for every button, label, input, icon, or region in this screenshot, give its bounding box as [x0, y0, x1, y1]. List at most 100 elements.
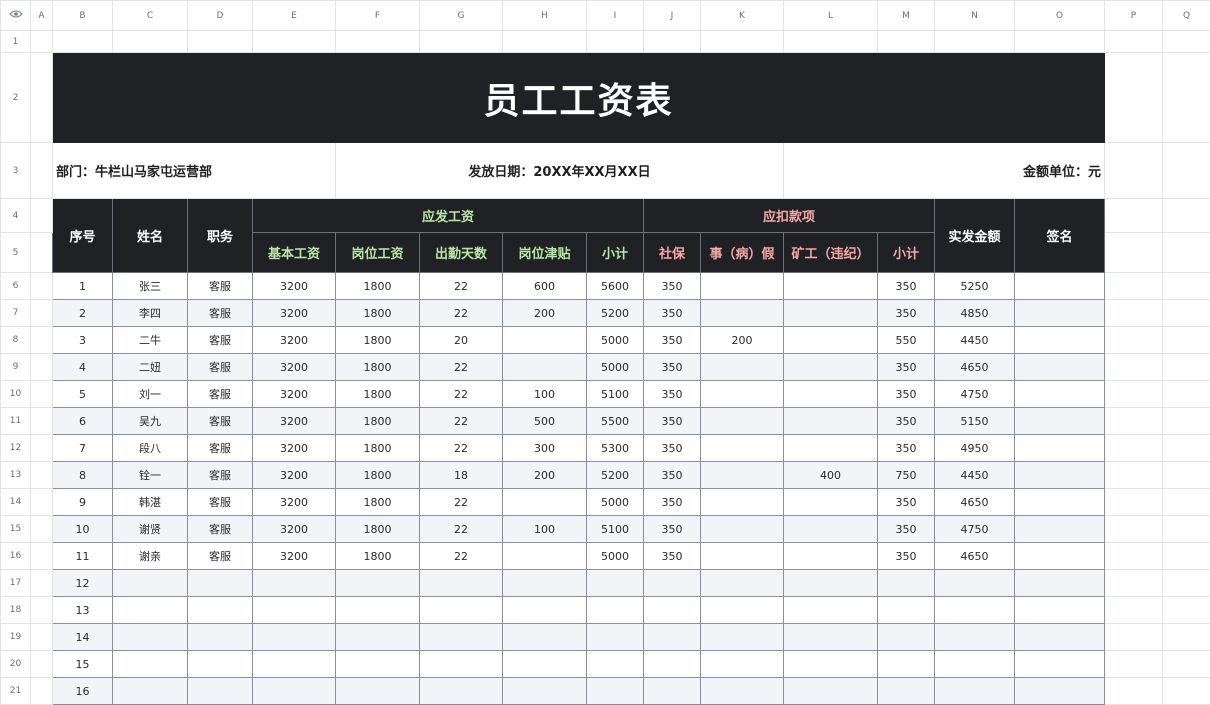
- cell-attendance-days[interactable]: [420, 651, 503, 678]
- cell[interactable]: [1105, 435, 1163, 462]
- cell-leave[interactable]: [701, 516, 784, 543]
- column-header[interactable]: B: [53, 1, 113, 31]
- cell-post-allowance[interactable]: [503, 489, 587, 516]
- cell-basic-salary[interactable]: 3200: [253, 327, 336, 354]
- cell-leave[interactable]: [701, 489, 784, 516]
- cell-social-insurance[interactable]: 350: [644, 408, 701, 435]
- cell-net-amount[interactable]: 4450: [935, 462, 1015, 489]
- row-header[interactable]: 21: [1, 678, 31, 705]
- cell-social-insurance[interactable]: [644, 651, 701, 678]
- cell-index[interactable]: 4: [53, 354, 113, 381]
- cell-index[interactable]: 9: [53, 489, 113, 516]
- row-header[interactable]: 3: [1, 143, 31, 199]
- cell[interactable]: [253, 31, 336, 53]
- column-header[interactable]: O: [1015, 1, 1105, 31]
- cell-role[interactable]: 客服: [188, 327, 253, 354]
- cell-basic-salary[interactable]: [253, 570, 336, 597]
- column-header[interactable]: N: [935, 1, 1015, 31]
- cell-deduction-subtotal[interactable]: [878, 597, 935, 624]
- cell-name[interactable]: 谢亲: [113, 543, 188, 570]
- amount-unit-label[interactable]: 金额单位：元: [784, 143, 1105, 199]
- cell-signature[interactable]: [1015, 678, 1105, 705]
- cell-post-allowance[interactable]: [503, 354, 587, 381]
- cell-deduction-subtotal[interactable]: 350: [878, 300, 935, 327]
- cell-index[interactable]: 7: [53, 435, 113, 462]
- cell-index[interactable]: 15: [53, 651, 113, 678]
- cell-name[interactable]: 二妞: [113, 354, 188, 381]
- row-header[interactable]: 7: [1, 300, 31, 327]
- cell[interactable]: [1163, 273, 1210, 300]
- cell[interactable]: [1163, 143, 1210, 199]
- cell-basic-salary[interactable]: 3200: [253, 273, 336, 300]
- cell-role[interactable]: 客服: [188, 300, 253, 327]
- cell[interactable]: [31, 327, 53, 354]
- cell[interactable]: [31, 678, 53, 705]
- cell-post-salary[interactable]: 1800: [336, 327, 420, 354]
- cell-post-salary[interactable]: 1800: [336, 300, 420, 327]
- cell-deduction-subtotal[interactable]: 350: [878, 381, 935, 408]
- cell-basic-salary[interactable]: 3200: [253, 381, 336, 408]
- cell-net-amount[interactable]: [935, 624, 1015, 651]
- cell-role[interactable]: 客服: [188, 516, 253, 543]
- header-basic-salary[interactable]: 基本工资: [253, 233, 336, 273]
- cell-role[interactable]: 客服: [188, 462, 253, 489]
- cell-index[interactable]: 13: [53, 597, 113, 624]
- cell-social-insurance[interactable]: 350: [644, 543, 701, 570]
- cell[interactable]: [1163, 462, 1210, 489]
- cell[interactable]: [1163, 489, 1210, 516]
- cell-name[interactable]: 段八: [113, 435, 188, 462]
- cell-net-amount[interactable]: 4650: [935, 354, 1015, 381]
- cell-absence[interactable]: [784, 570, 878, 597]
- cell-name[interactable]: 刘一: [113, 381, 188, 408]
- cell[interactable]: [1105, 462, 1163, 489]
- cell-role[interactable]: 客服: [188, 489, 253, 516]
- row-header[interactable]: 10: [1, 381, 31, 408]
- cell-post-salary[interactable]: 1800: [336, 543, 420, 570]
- cell-absence[interactable]: [784, 543, 878, 570]
- cell[interactable]: [1105, 597, 1163, 624]
- cell-basic-salary[interactable]: 3200: [253, 543, 336, 570]
- header-attendance-days[interactable]: 出勤天数: [420, 233, 503, 273]
- cell[interactable]: [31, 543, 53, 570]
- cell-post-allowance[interactable]: [503, 570, 587, 597]
- cell-absence[interactable]: [784, 435, 878, 462]
- cell-signature[interactable]: [1015, 462, 1105, 489]
- header-deduction-group[interactable]: 应扣款项: [644, 199, 935, 233]
- cell-name[interactable]: [113, 570, 188, 597]
- cell-social-insurance[interactable]: 350: [644, 489, 701, 516]
- cell-role[interactable]: [188, 624, 253, 651]
- cell-post-allowance[interactable]: 100: [503, 516, 587, 543]
- cell-absence[interactable]: [784, 408, 878, 435]
- cell-absence[interactable]: [784, 597, 878, 624]
- cell-deduction-subtotal[interactable]: [878, 678, 935, 705]
- cell[interactable]: [31, 53, 53, 143]
- cell-social-insurance[interactable]: [644, 624, 701, 651]
- cell[interactable]: [1163, 408, 1210, 435]
- cell[interactable]: [31, 516, 53, 543]
- cell-social-insurance[interactable]: [644, 678, 701, 705]
- column-header[interactable]: J: [644, 1, 701, 31]
- cell-name[interactable]: 谢贤: [113, 516, 188, 543]
- cell-leave[interactable]: 200: [701, 327, 784, 354]
- cell-attendance-days[interactable]: [420, 597, 503, 624]
- sheet-title[interactable]: 员工工资表: [53, 53, 1105, 143]
- cell-post-allowance[interactable]: 200: [503, 300, 587, 327]
- cell-attendance-days[interactable]: 22: [420, 381, 503, 408]
- column-header[interactable]: I: [587, 1, 644, 31]
- cell-name[interactable]: 韩湛: [113, 489, 188, 516]
- cell[interactable]: [31, 31, 53, 53]
- cell[interactable]: [1163, 199, 1210, 233]
- cell[interactable]: [1105, 381, 1163, 408]
- header-payable-group[interactable]: 应发工资: [253, 199, 644, 233]
- cell[interactable]: [1015, 31, 1105, 53]
- cell-pay-subtotal[interactable]: [587, 624, 644, 651]
- row-header[interactable]: 17: [1, 570, 31, 597]
- cell-signature[interactable]: [1015, 624, 1105, 651]
- cell-net-amount[interactable]: 4750: [935, 516, 1015, 543]
- cell-social-insurance[interactable]: 350: [644, 273, 701, 300]
- column-header[interactable]: H: [503, 1, 587, 31]
- cell-absence[interactable]: [784, 651, 878, 678]
- cell-name[interactable]: [113, 597, 188, 624]
- cell-post-salary[interactable]: 1800: [336, 273, 420, 300]
- cell-net-amount[interactable]: 4650: [935, 543, 1015, 570]
